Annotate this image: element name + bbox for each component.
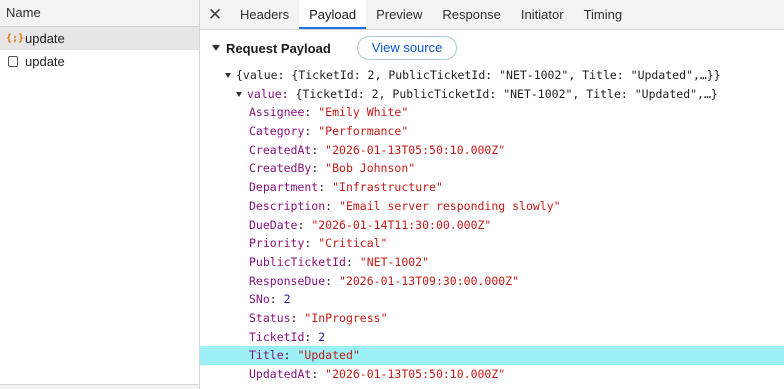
field-value: 2 bbox=[318, 329, 326, 344]
request-name: update bbox=[25, 54, 65, 69]
field-key: TicketId bbox=[249, 329, 305, 344]
request-row-update-xhr[interactable]: {;} update bbox=[0, 27, 199, 50]
view-source-button[interactable]: View source bbox=[356, 36, 458, 60]
field-value: "Performance" bbox=[318, 124, 409, 139]
request-payload-header[interactable]: Request Payload View source bbox=[200, 30, 784, 66]
payload-field-row[interactable]: Status: "InProgress" bbox=[200, 309, 784, 328]
field-value: "Emily White" bbox=[318, 105, 409, 120]
field-value: "2026-01-13T05:50:10.000Z" bbox=[325, 367, 506, 381]
request-name: update bbox=[25, 31, 65, 46]
payload-field-row[interactable]: Priority: "Critical" bbox=[200, 234, 784, 253]
value-summary: {TicketId: 2, PublicTicketId: "NET-1002"… bbox=[295, 86, 718, 101]
field-value: "2026-01-14T11:30:00.000Z" bbox=[311, 217, 492, 232]
expand-triangle-icon[interactable] bbox=[212, 45, 220, 51]
payload-tree: {value: {TicketId: 2, PublicTicketId: "N… bbox=[200, 66, 784, 384]
payload-field-row[interactable]: PublicTicketId: "NET-1002" bbox=[200, 253, 784, 272]
field-key: SNo bbox=[249, 292, 270, 307]
payload-field-row[interactable]: TicketId: 2 bbox=[200, 328, 784, 347]
field-value: "Bob Johnson" bbox=[325, 161, 416, 176]
field-key: Assignee bbox=[249, 105, 305, 120]
field-key: CreatedBy bbox=[249, 161, 312, 176]
tab-headers[interactable]: Headers bbox=[230, 0, 299, 29]
payload-fields: Assignee: "Emily White" Category: "Perfor… bbox=[200, 103, 784, 383]
details-panel: ✕ Headers Payload Preview Response Initi… bbox=[200, 0, 784, 389]
tab-initiator[interactable]: Initiator bbox=[511, 0, 574, 29]
payload-field-row[interactable]: Title: "Updated" bbox=[200, 346, 784, 365]
payload-field-row[interactable]: ResponseDue: "2026-01-13T09:30:00.000Z" bbox=[200, 272, 784, 291]
tab-timing[interactable]: Timing bbox=[574, 0, 633, 29]
field-value: "InProgress" bbox=[304, 310, 388, 325]
request-list-panel: Name {;} update update bbox=[0, 0, 200, 389]
details-tab-bar: ✕ Headers Payload Preview Response Initi… bbox=[200, 0, 784, 30]
field-key: UpdatedAt bbox=[249, 367, 312, 381]
field-key: DueDate bbox=[249, 217, 298, 232]
root-summary: {value: {TicketId: 2, PublicTicketId: "N… bbox=[236, 68, 721, 82]
payload-field-row[interactable]: Department: "Infrastructure" bbox=[200, 178, 784, 197]
field-value: 2 bbox=[283, 292, 291, 307]
payload-field-row[interactable]: SNo: 2 bbox=[200, 290, 784, 309]
field-value: "Email server responding slowly" bbox=[339, 198, 561, 213]
tree-key: value bbox=[247, 86, 282, 101]
tab-response[interactable]: Response bbox=[432, 0, 511, 29]
payload-field-row[interactable]: Assignee: "Emily White" bbox=[200, 103, 784, 122]
tab-preview[interactable]: Preview bbox=[366, 0, 432, 29]
tab-payload[interactable]: Payload bbox=[299, 0, 367, 29]
document-icon bbox=[8, 56, 18, 67]
payload-field-row[interactable]: Category: "Performance" bbox=[200, 122, 784, 141]
field-value: "Updated" bbox=[297, 348, 360, 363]
field-key: CreatedAt bbox=[249, 142, 312, 157]
section-title: Request Payload bbox=[226, 40, 331, 56]
status-bar bbox=[0, 384, 199, 389]
field-key: Category bbox=[249, 124, 305, 139]
expand-caret-icon[interactable] bbox=[236, 91, 242, 97]
close-icon[interactable]: ✕ bbox=[200, 0, 230, 29]
payload-field-row[interactable]: UpdatedAt: "2026-01-13T05:50:10.000Z" bbox=[200, 365, 784, 384]
field-value: "Infrastructure" bbox=[332, 180, 443, 195]
field-value: "2026-01-13T09:30:00.000Z" bbox=[339, 273, 520, 288]
field-key: Department bbox=[249, 180, 319, 195]
request-row-update-doc[interactable]: update bbox=[0, 50, 199, 73]
payload-field-row[interactable]: CreatedAt: "2026-01-13T05:50:10.000Z" bbox=[200, 141, 784, 160]
field-value: "NET-1002" bbox=[359, 254, 430, 269]
field-key: Description bbox=[249, 198, 326, 213]
payload-field-row[interactable]: Description: "Email server responding sl… bbox=[200, 197, 784, 216]
expand-caret-icon[interactable] bbox=[225, 72, 231, 78]
field-key: Priority bbox=[249, 236, 305, 251]
field-value: "Critical" bbox=[318, 236, 388, 251]
payload-field-row[interactable]: CreatedBy: "Bob Johnson" bbox=[200, 159, 784, 178]
field-key: Status bbox=[249, 310, 291, 325]
field-key: PublicTicketId bbox=[249, 254, 346, 269]
name-column-header[interactable]: Name bbox=[0, 0, 199, 27]
field-key: ResponseDue bbox=[249, 273, 326, 288]
field-value: "2026-01-13T05:50:10.000Z" bbox=[325, 142, 506, 157]
xhr-braces-icon: {;} bbox=[6, 33, 25, 44]
tree-root-row[interactable]: {value: {TicketId: 2, PublicTicketId: "N… bbox=[200, 66, 784, 85]
field-key: Title bbox=[249, 348, 284, 363]
tree-value-row[interactable]: value: {TicketId: 2, PublicTicketId: "NE… bbox=[200, 85, 784, 104]
payload-field-row[interactable]: DueDate: "2026-01-14T11:30:00.000Z" bbox=[200, 216, 784, 235]
